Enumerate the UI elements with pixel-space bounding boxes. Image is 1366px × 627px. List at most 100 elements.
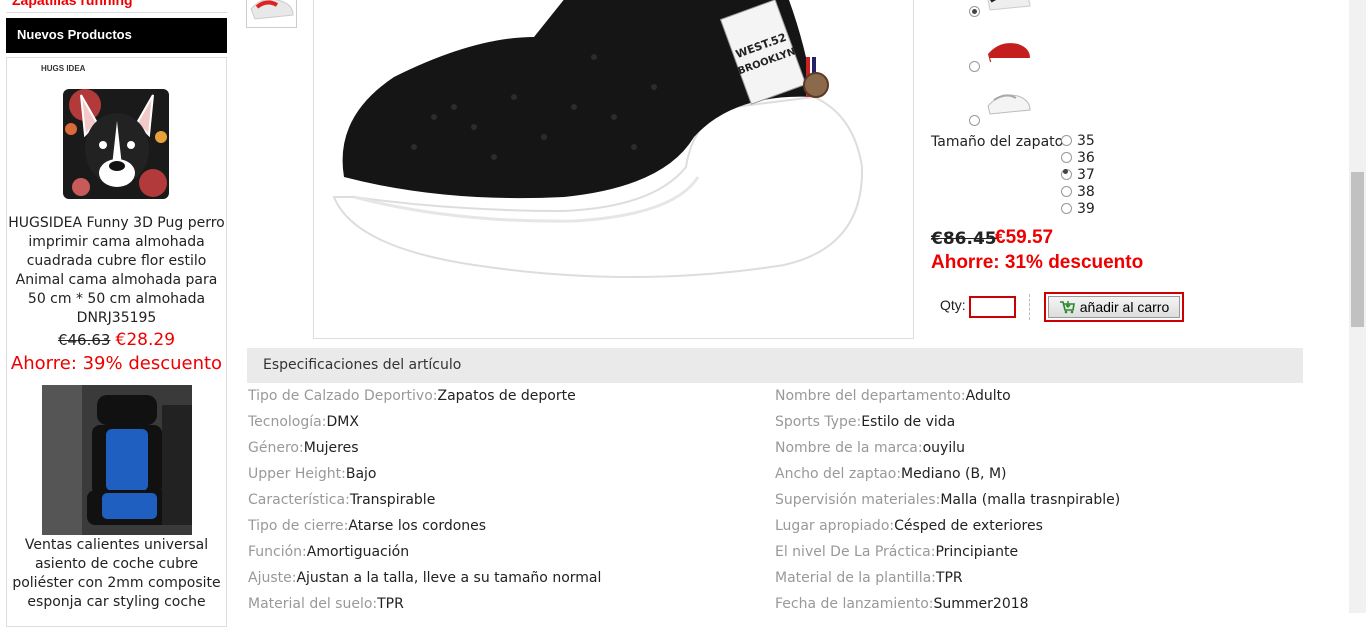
- spec-row: Característica:Transpirable: [248, 490, 435, 510]
- spec-key: Ajuste:: [248, 570, 297, 586]
- size-value: 39: [1077, 201, 1095, 217]
- spec-key: Ancho del zaptao:: [775, 466, 902, 482]
- spec-key: Lugar apropiado:: [775, 518, 895, 534]
- add-to-cart-label: añadir al carro: [1079, 299, 1170, 315]
- size-option-39[interactable]: 39: [1061, 201, 1095, 218]
- spec-row: El nivel De La Práctica:Principiante: [775, 542, 1018, 562]
- spec-row: Material de la plantilla:TPR: [775, 568, 963, 588]
- add-to-cart-button[interactable]: añadir al carro: [1044, 292, 1184, 322]
- size-radio[interactable]: [1061, 202, 1072, 214]
- spec-value: Bajo: [345, 466, 377, 482]
- size-option-38[interactable]: 38: [1061, 184, 1095, 201]
- spec-value: Ajustan a la talla, lleve a su tamaño no…: [296, 570, 602, 586]
- spec-row: Tipo de Calzado Deportivo:Zapatos de dep…: [248, 386, 576, 406]
- spec-value: DMX: [326, 414, 359, 430]
- color-swatch-black[interactable]: [984, 0, 1032, 18]
- spec-key: Supervisión materiales:: [775, 492, 941, 508]
- spec-key: Nombre del departamento:: [775, 388, 966, 404]
- size-option-35[interactable]: 35: [1061, 133, 1095, 150]
- spec-value: Principiante: [935, 544, 1019, 560]
- color-radio-red[interactable]: [969, 61, 980, 72]
- car-seat-graphic: [42, 385, 192, 535]
- scrollbar-thumb[interactable]: [1351, 172, 1364, 327]
- cart-icon: [1059, 301, 1075, 314]
- color-radio-black[interactable]: [969, 6, 980, 17]
- size-value: 37: [1077, 167, 1095, 183]
- spec-value: Mujeres: [303, 440, 359, 456]
- product-image-pillow[interactable]: HUGS IDEA: [41, 65, 171, 201]
- specifications-heading: Especificaciones del artículo: [247, 348, 1303, 383]
- discount-text: Ahorre: 31% descuento: [931, 252, 1144, 273]
- new-products-heading: Nuevos Productos: [6, 18, 227, 53]
- color-swatch-white[interactable]: [984, 82, 1032, 122]
- spec-row: Nombre de la marca:ouyilu: [775, 438, 965, 458]
- spec-key: Tecnología:: [248, 414, 327, 430]
- spec-key: Tipo de cierre:: [248, 518, 349, 534]
- spec-value: Estilo de vida: [861, 414, 956, 430]
- spec-value: Malla (malla trasnpirable): [940, 492, 1121, 508]
- spec-key: Función:: [248, 544, 307, 560]
- spec-row: Tecnología:DMX: [248, 412, 359, 432]
- spec-value: Adulto: [965, 388, 1011, 404]
- spec-row: Género:Mujeres: [248, 438, 359, 458]
- size-option-36[interactable]: 36: [1061, 150, 1095, 167]
- new-price: €28.29: [115, 330, 176, 350]
- black-sneaker-graphic: WEST.52 BROOKLYN: [332, 0, 864, 278]
- spec-key: Material de la plantilla:: [775, 570, 936, 586]
- spec-row: Sports Type:Estilo de vida: [775, 412, 955, 432]
- size-radio[interactable]: [1061, 168, 1072, 180]
- main-product-image[interactable]: WEST.52 BROOKLYN: [313, 0, 914, 339]
- spec-value: Césped de exteriores: [894, 518, 1043, 534]
- spec-row: Función:Amortiguación: [248, 542, 409, 562]
- shoe-thumbnail-graphic: [250, 0, 294, 20]
- spec-row: Fecha de lanzamiento:Summer2018: [775, 594, 1029, 614]
- add-to-cart-button-inner[interactable]: añadir al carro: [1048, 296, 1180, 318]
- size-value: 38: [1077, 184, 1095, 200]
- spec-key: Fecha de lanzamiento:: [775, 596, 934, 612]
- sidebar-link-zapatillas-running[interactable]: Zapatillas running: [6, 0, 227, 13]
- spec-value: Zapatos de deporte: [437, 388, 576, 404]
- discount-text: Ahorre: 39% descuento: [10, 353, 223, 374]
- spec-value: TPR: [935, 570, 963, 586]
- spec-key: Sports Type:: [775, 414, 862, 430]
- spec-row: Tipo de cierre:Atarse los cordones: [248, 516, 486, 536]
- spec-row: Upper Height:Bajo: [248, 464, 376, 484]
- product-thumbnail[interactable]: [246, 0, 297, 28]
- spec-value: Atarse los cordones: [348, 518, 487, 534]
- product-title[interactable]: HUGSIDEA Funny 3D Pug perro imprimir cam…: [7, 214, 226, 328]
- color-swatch-red[interactable]: [984, 30, 1032, 70]
- color-radio-white[interactable]: [969, 115, 980, 126]
- qty-input[interactable]: [969, 296, 1016, 318]
- new-products-panel: HUGS IDEA HUGSIDEA Funny 3D Pug perro im…: [6, 57, 227, 627]
- product-title[interactable]: Ventas calientes universal asiento de co…: [7, 536, 226, 612]
- brand-logo: HUGS IDEA: [41, 64, 86, 73]
- spec-value: Amortiguación: [306, 544, 410, 560]
- size-option-37[interactable]: 37: [1061, 167, 1095, 184]
- spec-key: Upper Height:: [248, 466, 346, 482]
- spec-row: Lugar apropiado:Césped de exteriores: [775, 516, 1043, 536]
- old-price: €46.63: [57, 331, 111, 349]
- spec-row: Ajuste:Ajustan a la talla, lleve a su ta…: [248, 568, 601, 588]
- sale-price: €59.57: [995, 227, 1054, 248]
- spec-value: Summer2018: [933, 596, 1029, 612]
- spec-value: TPR: [377, 596, 404, 612]
- divider: [1029, 294, 1030, 320]
- size-value: 35: [1077, 133, 1095, 149]
- qty-label: Qty:: [940, 297, 966, 313]
- size-radio[interactable]: [1061, 151, 1072, 163]
- spec-key: Material del suelo:: [248, 596, 378, 612]
- spec-key: Género:: [248, 440, 304, 456]
- size-radio[interactable]: [1061, 134, 1072, 146]
- product-image-car-seat[interactable]: [42, 385, 192, 535]
- spec-key: Característica:: [248, 492, 350, 508]
- page-scrollbar[interactable]: [1349, 0, 1366, 613]
- spec-key: Nombre de la marca:: [775, 440, 923, 456]
- size-value: 36: [1077, 150, 1095, 166]
- spec-value: Transpirable: [349, 492, 436, 508]
- size-radio[interactable]: [1061, 185, 1072, 197]
- spec-key: Tipo de Calzado Deportivo:: [248, 388, 438, 404]
- original-price: €86.45: [931, 229, 997, 249]
- shoe-size-label: Tamaño del zapato: [931, 134, 1064, 150]
- product-price: €46.63 €28.29: [7, 330, 226, 350]
- spec-row: Material del suelo:TPR: [248, 594, 404, 614]
